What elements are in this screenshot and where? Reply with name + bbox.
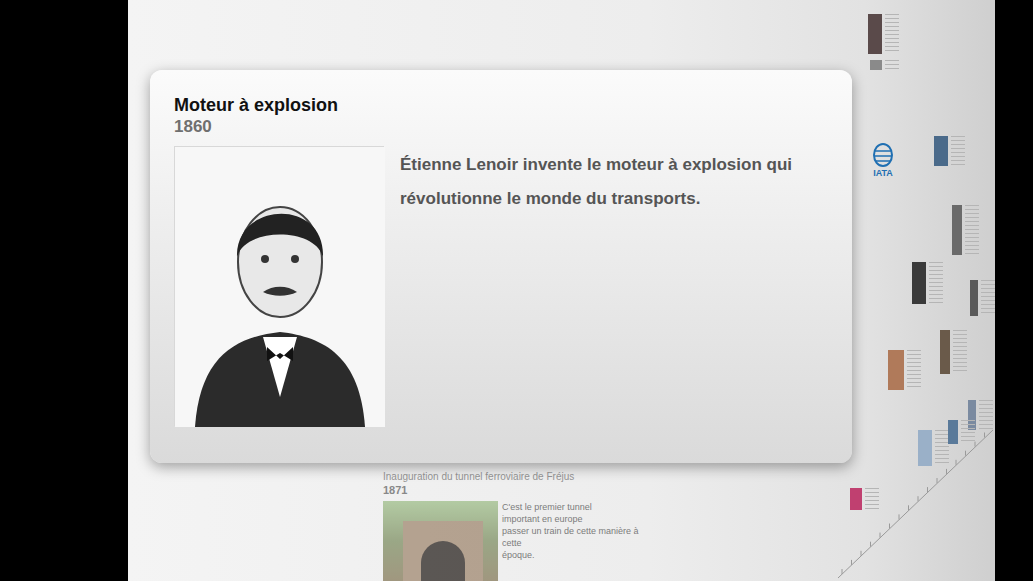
tunnel-photo	[383, 501, 498, 581]
event-title: Moteur à explosion	[174, 94, 828, 116]
event-year: 1871	[383, 483, 643, 497]
timeline-thumbnail[interactable]	[868, 14, 882, 54]
globe-icon	[872, 142, 894, 168]
event-title: Inauguration du tunnel ferroviaire de Fr…	[383, 470, 643, 483]
timeline-snippet	[935, 430, 949, 466]
logo-label: IATA	[870, 168, 896, 178]
timeline-screen: IATA Inauguration du tunnel ferroviaire d…	[0, 0, 1033, 581]
timeline-stage[interactable]: IATA Inauguration du tunnel ferroviaire d…	[128, 0, 995, 581]
event-text-line: époque.	[502, 549, 643, 561]
left-border	[0, 0, 128, 581]
timeline-thumbnail[interactable]	[970, 280, 978, 316]
right-border	[995, 0, 1033, 581]
timeline-thumbnail[interactable]	[934, 136, 948, 166]
timeline-thumbnail[interactable]	[912, 262, 926, 304]
portrait-photo	[174, 146, 384, 426]
timeline-snippet	[951, 136, 965, 166]
timeline-snippet	[981, 280, 995, 316]
timeline-snippet	[961, 420, 975, 444]
event-text-line: C'est le premier tunnel	[502, 501, 643, 513]
timeline-thumbnail[interactable]	[870, 60, 882, 70]
timeline-snippet	[953, 330, 967, 374]
timeline-snippet	[929, 262, 943, 304]
timeline-snippet	[965, 205, 979, 255]
timeline-thumbnail[interactable]	[918, 430, 932, 466]
event-text-line: passer un train de cette manière à cette	[502, 525, 643, 549]
timeline-thumbnail[interactable]	[850, 488, 862, 510]
timeline-snippet	[907, 350, 921, 390]
timeline-snippet	[885, 14, 899, 54]
event-card[interactable]: Moteur à explosion1860 Étienne Lenoir inv…	[150, 70, 852, 463]
timeline-thumbnail[interactable]	[952, 205, 962, 255]
event-year: 1860	[174, 116, 828, 138]
timeline-thumbnail[interactable]	[940, 330, 950, 374]
background-event-card[interactable]: Inauguration du tunnel ferroviaire de Fr…	[383, 470, 643, 581]
timeline-snippet	[885, 60, 899, 70]
timeline-snippet	[865, 488, 879, 510]
event-description: Étienne Lenoir invente le moteur à explo…	[400, 148, 828, 216]
timeline-thumbnail[interactable]	[948, 420, 958, 444]
iata-logo[interactable]: IATA	[870, 142, 896, 178]
timeline-thumbnail[interactable]	[888, 350, 904, 390]
event-text-line: important en europe	[502, 513, 643, 525]
timeline-snippet	[979, 400, 993, 430]
